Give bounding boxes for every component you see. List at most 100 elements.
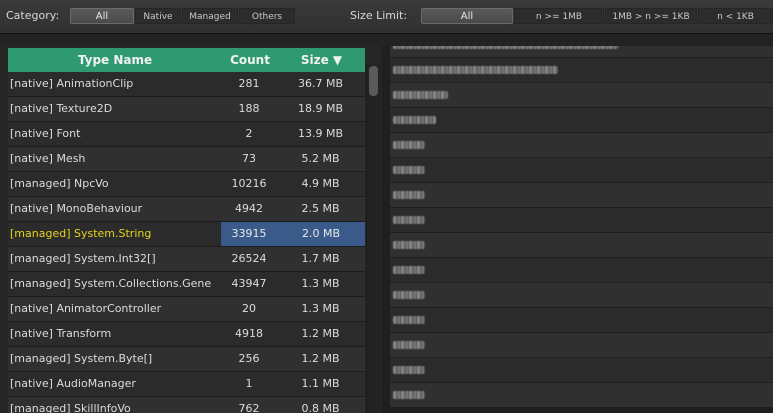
obscured-text (393, 91, 448, 99)
size-cell: 1.7 MB (301, 252, 340, 265)
obscured-text (393, 46, 618, 49)
table-row[interactable]: [managed] SkillInfoVo 762 0.8 MB (8, 397, 365, 413)
detail-list-item[interactable] (390, 283, 773, 307)
detail-list-item[interactable] (390, 208, 773, 232)
type-name-cell: [managed] System.Int32[] (10, 252, 156, 265)
obscured-text (393, 166, 425, 174)
table-row[interactable]: [managed] System.Collections.Gene 43947 1.… (8, 272, 365, 297)
detail-list-item[interactable] (390, 83, 773, 107)
table-row[interactable]: [native] Texture2D 188 18.9 MB (8, 97, 365, 122)
size-cell: 0.8 MB (301, 402, 340, 413)
detail-list-item[interactable] (390, 58, 773, 82)
size-limit-label: Size Limit: (350, 9, 408, 22)
size-cell: 18.9 MB (297, 102, 344, 115)
detail-list-item[interactable] (390, 158, 773, 182)
column-header-type-name[interactable]: Type Name (8, 48, 222, 72)
obscured-text (393, 391, 425, 399)
column-header-size[interactable]: Size ▼ (278, 48, 365, 72)
obscured-text (393, 141, 425, 149)
detail-list-item[interactable] (390, 133, 773, 157)
obscured-text (393, 116, 436, 124)
table-row[interactable]: [native] AudioManager 1 1.1 MB (8, 372, 365, 397)
count-cell: 10216 (231, 177, 267, 190)
detail-list-item[interactable] (390, 258, 773, 282)
count-cell: 73 (242, 152, 256, 165)
detail-list-panel (382, 46, 773, 413)
detail-list-item[interactable] (390, 333, 773, 357)
table-row[interactable]: [managed] System.Int32[] 26524 1.7 MB (8, 247, 365, 272)
count-cell: 4918 (235, 327, 263, 340)
detail-list-item[interactable] (390, 383, 773, 407)
obscured-text (393, 266, 425, 274)
detail-list-item[interactable] (390, 108, 773, 132)
category-label: Category: (6, 9, 60, 22)
category-native-button[interactable]: Native (135, 8, 181, 24)
category-all-button[interactable]: All (70, 8, 134, 24)
size-cell: 36.7 MB (297, 77, 344, 90)
size-cell: 2.0 MB (277, 222, 365, 246)
size-under-1kb-button[interactable]: n < 1KB (698, 8, 773, 24)
size-cell: 2.5 MB (301, 202, 340, 215)
category-managed-button[interactable]: Managed (182, 8, 238, 24)
table-row[interactable]: [native] Mesh 73 5.2 MB (8, 147, 365, 172)
count-cell: 26524 (231, 252, 267, 265)
type-name-cell: [managed] SkillInfoVo (10, 402, 131, 413)
table-row[interactable]: [native] MonoBehaviour 4942 2.5 MB (8, 197, 365, 222)
size-cell: 1.1 MB (301, 377, 340, 390)
column-header-count[interactable]: Count (222, 48, 278, 72)
count-cell: 256 (238, 352, 260, 365)
type-name-cell: [native] AudioManager (10, 377, 136, 390)
count-cell: 43947 (231, 277, 267, 290)
table-row[interactable]: [native] AnimationClip 281 36.7 MB (8, 72, 365, 97)
obscured-text (393, 216, 425, 224)
obscured-text (393, 291, 425, 299)
size-all-button[interactable]: All (421, 8, 513, 24)
table-row[interactable]: [managed] NpcVo 10216 4.9 MB (8, 172, 365, 197)
obscured-text (393, 191, 425, 199)
category-others-button[interactable]: Others (239, 8, 295, 24)
type-name-cell: [native] MonoBehaviour (10, 202, 143, 215)
scrollbar-thumb[interactable] (369, 66, 378, 96)
size-over-1mb-button[interactable]: n >= 1MB (514, 8, 604, 24)
size-cell: 1.3 MB (301, 277, 340, 290)
obscured-text (393, 241, 425, 249)
filter-toolbar: Category: All Native Managed Others Size… (0, 0, 773, 34)
count-cell: 281 (238, 77, 260, 90)
table-row[interactable]: [managed] System.Byte[] 256 1.2 MB (8, 347, 365, 372)
memory-profiler-window: Category: All Native Managed Others Size… (0, 0, 773, 413)
obscured-text (393, 341, 425, 349)
table-body: [native] AnimationClip 281 36.7 MB [native]… (8, 72, 365, 413)
size-cell: 4.9 MB (301, 177, 340, 190)
obscured-text (393, 366, 425, 374)
obscured-text (393, 66, 558, 74)
size-1kb-to-1mb-button[interactable]: 1MB > n >= 1KB (605, 8, 697, 24)
detail-list-item[interactable] (390, 308, 773, 332)
count-cell: 2 (245, 127, 253, 140)
detail-list-item[interactable] (390, 233, 773, 257)
size-cell: 1.2 MB (301, 352, 340, 365)
type-name-cell: [managed] System.String (10, 227, 152, 240)
type-name-cell: [managed] System.Collections.Gene (10, 277, 212, 290)
table-scrollbar[interactable] (366, 64, 381, 413)
detail-list-item[interactable] (390, 358, 773, 382)
size-cell: 13.9 MB (297, 127, 344, 140)
type-name-cell: [managed] System.Byte[] (10, 352, 153, 365)
table-row[interactable]: [native] Font 2 13.9 MB (8, 122, 365, 147)
type-name-cell: [native] Mesh (10, 152, 86, 165)
count-cell: 762 (238, 402, 260, 413)
count-cell: 188 (238, 102, 260, 115)
table-row[interactable]: [native] AnimatorController 20 1.3 MB (8, 297, 365, 322)
table-row[interactable]: [native] Transform 4918 1.2 MB (8, 322, 365, 347)
type-name-cell: [native] Transform (10, 327, 112, 340)
table-row[interactable]: [managed] System.String 33915 2.0 MB (8, 222, 365, 247)
type-name-cell: [managed] NpcVo (10, 177, 109, 190)
size-cell: 1.2 MB (301, 327, 340, 340)
type-table-panel: Type Name Count Size ▼ [native] Animatio… (0, 46, 382, 413)
detail-list-item[interactable] (390, 183, 773, 207)
table-header: Type Name Count Size ▼ (8, 48, 365, 72)
type-name-cell: [native] Texture2D (10, 102, 113, 115)
size-cell: 5.2 MB (301, 152, 340, 165)
detail-list-item[interactable] (390, 46, 773, 57)
type-name-cell: [native] AnimatorController (10, 302, 162, 315)
count-cell: 4942 (235, 202, 263, 215)
